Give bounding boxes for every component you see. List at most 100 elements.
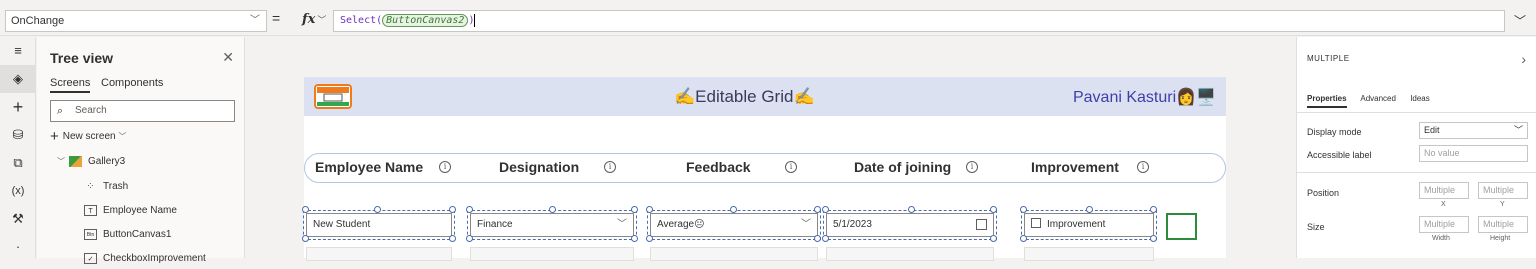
tab-ideas[interactable]: Ideas bbox=[1410, 94, 1430, 103]
new-screen-label: New screen bbox=[62, 131, 116, 142]
search-icon: ⌕ bbox=[57, 105, 64, 117]
position-label: Position bbox=[1307, 188, 1340, 198]
tree-search-input[interactable]: ⌕ Search bbox=[50, 100, 235, 122]
accessible-label-input[interactable]: No value bbox=[1419, 145, 1528, 162]
selection-handle[interactable] bbox=[990, 235, 997, 242]
hamburger-icon[interactable]: ≡ bbox=[0, 37, 36, 65]
selection-handle[interactable] bbox=[374, 206, 381, 213]
column-header-bar: Employee Name i Designation i Feedback i… bbox=[304, 153, 1226, 183]
selection-handle[interactable] bbox=[302, 235, 309, 242]
chevron-down-icon: ﹀ bbox=[801, 219, 811, 230]
position-y-input[interactable]: Multiple bbox=[1478, 182, 1528, 199]
app-title: ✍️Editable Grid✍️ bbox=[674, 87, 815, 106]
tree-item-checkboximprovement[interactable]: ✓ CheckboxImprovement bbox=[84, 249, 206, 269]
row2-name-input[interactable] bbox=[306, 247, 452, 261]
chevron-down-icon: ﹀ bbox=[617, 219, 627, 230]
row2-date-picker[interactable] bbox=[826, 247, 994, 261]
close-icon[interactable]: ✕ bbox=[222, 49, 234, 66]
button-canvas-2[interactable] bbox=[1166, 213, 1197, 240]
tree-item-label: Employee Name bbox=[103, 205, 177, 216]
display-mode-value: Edit bbox=[1424, 125, 1440, 135]
tree-item-label: CheckboxImprovement bbox=[103, 253, 206, 264]
selection-handle[interactable] bbox=[814, 235, 821, 242]
tree-item-buttoncanvas1[interactable]: Btn ButtonCanvas1 bbox=[84, 225, 171, 245]
property-dropdown[interactable]: OnChange ﹀ bbox=[5, 10, 267, 32]
variables-icon[interactable]: (x) bbox=[0, 177, 36, 205]
tree-item-gallery3[interactable]: ﹀ Gallery3 bbox=[57, 152, 125, 172]
formula-input[interactable]: Select(ButtonCanvas2) bbox=[333, 10, 1505, 32]
selection-handle[interactable] bbox=[1020, 206, 1027, 213]
tree-item-label: Gallery3 bbox=[88, 156, 126, 167]
tools-icon[interactable]: ⚒ bbox=[0, 205, 36, 233]
feedback-dropdown[interactable]: Average😐 ﹀ bbox=[647, 210, 821, 240]
formula-bar: OnChange ﹀ = fx ﹀ Select(ButtonCanvas2) ﹀ bbox=[0, 0, 1536, 36]
selection-handle[interactable] bbox=[449, 235, 456, 242]
date-value: 5/1/2023 bbox=[833, 219, 872, 230]
chevron-down-icon: ﹀ bbox=[317, 16, 327, 26]
tab-properties[interactable]: Properties bbox=[1307, 94, 1347, 108]
designation-dropdown[interactable]: Finance ﹀ bbox=[467, 210, 637, 240]
info-icon[interactable]: i bbox=[604, 161, 616, 173]
property-dropdown-value: OnChange bbox=[11, 15, 65, 27]
left-rail: ≡ ◈ + ⛁ ⧉ (x) ⚒ · bbox=[0, 37, 36, 258]
tab-screens[interactable]: Screens bbox=[50, 77, 91, 93]
formula-argument: ButtonCanvas2 bbox=[382, 14, 469, 27]
selection-handle[interactable] bbox=[646, 206, 653, 213]
designation-value: Finance bbox=[477, 219, 513, 230]
tree-view-title: Tree view bbox=[50, 50, 114, 66]
layers-icon[interactable]: ◈ bbox=[0, 65, 36, 93]
selection-handle[interactable] bbox=[822, 206, 829, 213]
selection-handle[interactable] bbox=[466, 235, 473, 242]
selection-handle[interactable] bbox=[1020, 235, 1027, 242]
selection-handle[interactable] bbox=[990, 206, 997, 213]
row2-feedback-dropdown[interactable] bbox=[650, 247, 818, 261]
y-label: Y bbox=[1500, 201, 1505, 208]
display-mode-dropdown[interactable]: Edit ﹀ bbox=[1419, 122, 1528, 139]
tree-item-employee-name[interactable]: T Employee Name bbox=[84, 201, 177, 221]
selection-handle[interactable] bbox=[1086, 206, 1093, 213]
tab-components[interactable]: Components bbox=[101, 77, 163, 89]
improvement-label: Improvement bbox=[1047, 219, 1106, 230]
new-screen-button[interactable]: + New screen ﹀ bbox=[50, 128, 126, 145]
date-of-joining-picker[interactable]: 5/1/2023 bbox=[823, 210, 997, 240]
selection-handle[interactable] bbox=[302, 206, 309, 213]
selection-handle[interactable] bbox=[1150, 206, 1157, 213]
insert-icon[interactable]: + bbox=[0, 93, 36, 121]
info-icon[interactable]: i bbox=[966, 161, 978, 173]
chevron-right-icon[interactable]: › bbox=[1521, 51, 1526, 67]
selection-handle[interactable] bbox=[814, 206, 821, 213]
selection-handle[interactable] bbox=[631, 235, 638, 242]
size-width-input[interactable]: Multiple bbox=[1419, 216, 1469, 233]
info-icon[interactable]: i bbox=[785, 161, 797, 173]
accessible-label-value: No value bbox=[1424, 148, 1460, 158]
selection-handle[interactable] bbox=[646, 235, 653, 242]
selection-handle[interactable] bbox=[466, 206, 473, 213]
employee-name-input[interactable]: New Student bbox=[303, 210, 455, 240]
tab-advanced[interactable]: Advanced bbox=[1360, 94, 1396, 103]
tree-view-panel: Tree view ✕ Screens Components ⌕ Search … bbox=[37, 37, 245, 264]
data-icon[interactable]: ⛁ bbox=[0, 121, 36, 149]
selection-handle[interactable] bbox=[1150, 235, 1157, 242]
selection-handle[interactable] bbox=[449, 206, 456, 213]
selection-handle[interactable] bbox=[730, 206, 737, 213]
info-icon[interactable]: i bbox=[439, 161, 451, 173]
row2-improvement-checkbox[interactable] bbox=[1024, 247, 1154, 261]
info-icon[interactable]: i bbox=[1137, 161, 1149, 173]
selection-handle[interactable] bbox=[549, 206, 556, 213]
tree-item-trash[interactable]: ⁘ Trash bbox=[84, 177, 128, 197]
size-height-input[interactable]: Multiple bbox=[1478, 216, 1528, 233]
width-label: Width bbox=[1432, 235, 1450, 242]
media-icon[interactable]: ⧉ bbox=[0, 149, 36, 177]
position-x-input[interactable]: Multiple bbox=[1419, 182, 1469, 199]
row2-designation-dropdown[interactable] bbox=[470, 247, 634, 261]
improvement-checkbox[interactable]: Improvement bbox=[1021, 210, 1157, 240]
more-icon[interactable]: · bbox=[0, 233, 36, 261]
text-caret bbox=[474, 13, 476, 27]
fx-button[interactable]: fx ﹀ bbox=[290, 10, 330, 32]
selection-handle[interactable] bbox=[822, 235, 829, 242]
selection-handle[interactable] bbox=[631, 206, 638, 213]
app-header: ✍️Editable Grid✍️ Pavani Kasturi👩🖥️ bbox=[304, 77, 1226, 116]
expand-formula-icon[interactable]: ﹀ bbox=[1514, 12, 1526, 29]
position-x-value: Multiple bbox=[1424, 185, 1456, 195]
selection-handle[interactable] bbox=[908, 206, 915, 213]
